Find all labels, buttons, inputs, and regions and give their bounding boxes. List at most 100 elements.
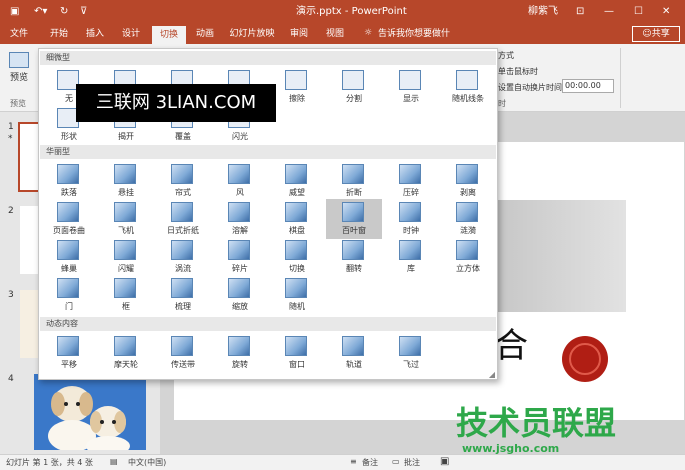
ribbon-tabs: 文件 开始 插入 设计 切换 动画 幻灯片放映 审阅 视图 ☼ 告诉我你想要做什… <box>0 24 685 59</box>
transition-item-label: 闪光 <box>232 132 248 141</box>
transition-item[interactable]: 涟漪 <box>440 199 496 239</box>
transition-item[interactable]: 棋盘 <box>269 199 325 239</box>
transition-item[interactable]: 梳理 <box>155 275 211 315</box>
tab-insert[interactable]: 插入 <box>80 24 110 44</box>
tab-transitions[interactable]: 切换 <box>152 26 186 44</box>
transition-item[interactable]: 随机线条 <box>440 67 496 107</box>
transition-thumbnail-icon <box>285 278 307 298</box>
transition-item[interactable]: 帘式 <box>155 161 211 201</box>
window-title: 演示.pptx - PowerPoint <box>296 6 407 17</box>
transition-thumbnail-icon <box>456 70 478 90</box>
transition-item[interactable]: 分割 <box>326 67 382 107</box>
transition-item[interactable]: 蜂巢 <box>41 237 97 277</box>
timing-group-label: 时 <box>498 99 506 108</box>
watermark-bottom: 技术员联盟 <box>456 404 617 442</box>
preview-icon <box>9 52 29 68</box>
customize-icon[interactable]: ⊽ <box>80 0 87 24</box>
star-icon: * <box>8 134 13 144</box>
transition-item[interactable]: 悬挂 <box>98 161 154 201</box>
transition-item[interactable]: 立方体 <box>440 237 496 277</box>
transition-item-label: 门 <box>65 302 73 311</box>
transition-item[interactable]: 风 <box>212 161 268 201</box>
transition-item[interactable]: 摩天轮 <box>98 333 154 373</box>
comments-icon: ▭ <box>392 457 400 466</box>
transition-thumbnail-icon <box>228 278 250 298</box>
tell-me-box[interactable]: 告诉我你想要做什么... <box>374 24 454 59</box>
on-click-checkbox[interactable]: 单击鼠标时 <box>498 66 538 77</box>
preview-button[interactable]: 预览 <box>6 50 32 94</box>
transition-item[interactable]: 折断 <box>326 161 382 201</box>
transition-item[interactable]: 飞过 <box>383 333 439 373</box>
transition-item-label: 揭开 <box>118 132 134 141</box>
slide-thumb-4[interactable] <box>34 374 146 456</box>
transition-item-label: 碎片 <box>232 264 248 273</box>
transition-thumbnail-icon <box>342 164 364 184</box>
transition-item-label: 折断 <box>346 188 362 197</box>
transition-item[interactable]: 压碎 <box>383 161 439 201</box>
close-icon[interactable]: ✕ <box>662 0 670 24</box>
transition-item[interactable]: 跌落 <box>41 161 97 201</box>
transition-item[interactable]: 框 <box>98 275 154 315</box>
tab-review[interactable]: 审阅 <box>284 24 314 44</box>
transition-item-label: 威望 <box>289 188 305 197</box>
notes-button[interactable]: 备注 <box>362 457 378 468</box>
section-subtle: 细微型 <box>40 51 496 65</box>
transition-thumbnail-icon <box>57 278 79 298</box>
tab-slideshow[interactable]: 幻灯片放映 <box>228 24 276 44</box>
tab-file[interactable]: 文件 <box>4 24 34 44</box>
transition-item[interactable]: 擦除 <box>269 67 325 107</box>
transition-thumbnail-icon <box>342 240 364 260</box>
resize-grip-icon[interactable]: ◢ <box>489 370 495 379</box>
transition-item[interactable]: 随机 <box>269 275 325 315</box>
transition-item-label: 风 <box>236 188 244 197</box>
minimize-icon[interactable]: — <box>604 0 614 24</box>
tab-view[interactable]: 视图 <box>320 24 350 44</box>
transition-item[interactable]: 轨道 <box>326 333 382 373</box>
redo-icon[interactable]: ↻ <box>60 0 68 24</box>
transition-item[interactable]: 碎片 <box>212 237 268 277</box>
transition-thumbnail-icon <box>342 336 364 356</box>
transition-item[interactable]: 飞机 <box>98 199 154 239</box>
transition-item[interactable]: 溶解 <box>212 199 268 239</box>
transition-item-label: 随机线条 <box>452 94 484 103</box>
transition-item[interactable]: 时钟 <box>383 199 439 239</box>
transition-item[interactable]: 库 <box>383 237 439 277</box>
language-status[interactable]: 中文(中国) <box>128 457 166 468</box>
transition-item-label: 立方体 <box>456 264 480 273</box>
transition-thumbnail-icon <box>228 240 250 260</box>
transition-item[interactable]: 剥离 <box>440 161 496 201</box>
transition-item[interactable]: 门 <box>41 275 97 315</box>
transition-item-label: 闪耀 <box>118 264 134 273</box>
save-icon[interactable]: ▣ <box>10 0 19 24</box>
ribbon-display-icon[interactable]: ⊡ <box>576 0 584 24</box>
transition-item[interactable]: 切换 <box>269 237 325 277</box>
transition-item[interactable]: 缩放 <box>212 275 268 315</box>
transition-item[interactable]: 翻转 <box>326 237 382 277</box>
transition-item[interactable]: 页面卷曲 <box>41 199 97 239</box>
auto-advance-time[interactable]: 00:00.00 <box>562 79 614 93</box>
tab-design[interactable]: 设计 <box>116 24 146 44</box>
comments-button[interactable]: 批注 <box>404 457 420 468</box>
share-button[interactable]: ☺共享 <box>632 26 680 42</box>
transition-item[interactable]: 旋转 <box>212 333 268 373</box>
transition-item[interactable]: 日式折纸 <box>155 199 211 239</box>
transition-item-label: 擦除 <box>289 94 305 103</box>
transition-item[interactable]: 显示 <box>383 67 439 107</box>
spellcheck-icon[interactable]: ▤ <box>110 457 118 466</box>
normal-view-icon[interactable]: ▣ <box>440 456 449 467</box>
transition-item[interactable]: 涡流 <box>155 237 211 277</box>
transition-thumbnail-icon <box>285 240 307 260</box>
transition-item[interactable]: 闪耀 <box>98 237 154 277</box>
transition-item[interactable]: 百叶窗 <box>326 199 382 239</box>
transition-item[interactable]: 传送带 <box>155 333 211 373</box>
tab-home[interactable]: 开始 <box>44 24 74 44</box>
user-name[interactable]: 柳紫飞 <box>528 0 558 24</box>
tab-animations[interactable]: 动画 <box>190 24 220 44</box>
transition-thumbnail-icon <box>285 164 307 184</box>
maximize-icon[interactable]: ☐ <box>634 0 643 24</box>
undo-icon[interactable]: ↶▾ <box>34 0 47 24</box>
transition-item[interactable]: 窗口 <box>269 333 325 373</box>
auto-advance-label[interactable]: 设置自动换片时间: <box>498 82 565 93</box>
transition-item[interactable]: 威望 <box>269 161 325 201</box>
transition-item[interactable]: 平移 <box>41 333 97 373</box>
